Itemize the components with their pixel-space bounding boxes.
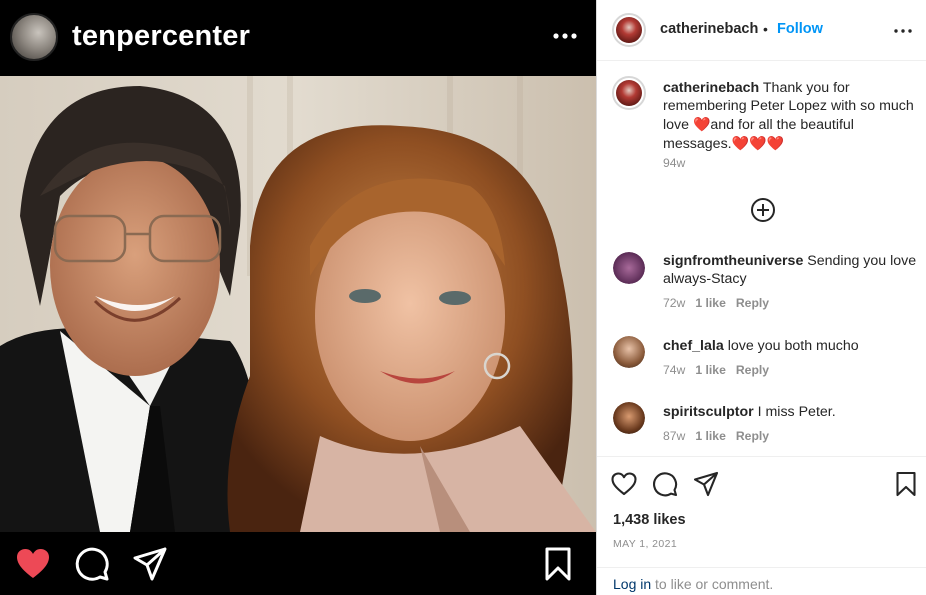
- post-action-bar: 1,438 likes MAY 1, 2021 Log in to like o…: [597, 456, 926, 595]
- more-icon: [553, 33, 577, 39]
- author-avatar[interactable]: [612, 13, 646, 47]
- like-heart-icon[interactable]: [611, 471, 637, 497]
- reply-button[interactable]: Reply: [736, 429, 769, 443]
- more-options-icon[interactable]: [891, 22, 915, 40]
- commenter-avatar[interactable]: [613, 336, 645, 368]
- comment-body: love you both mucho: [727, 338, 859, 354]
- embedded-action-bar: [0, 532, 596, 595]
- post-header: catherinebach • Follow: [597, 0, 926, 61]
- comment-likes[interactable]: 1 like: [695, 296, 726, 310]
- bookmark-icon[interactable]: [893, 471, 919, 497]
- comment-age[interactable]: 74w: [663, 363, 685, 377]
- comment-meta: 87w 1 like Reply: [663, 429, 779, 443]
- comment-likes[interactable]: 1 like: [695, 363, 726, 377]
- commenter-avatar[interactable]: [613, 252, 645, 284]
- login-rest-text: to like or comment.: [651, 576, 774, 592]
- embedded-username: tenpercenter: [72, 20, 251, 52]
- embedded-post-image: tenpercenter: [0, 0, 596, 595]
- bookmark-icon: [545, 547, 571, 581]
- hearts-emoji-icon: ❤️❤️❤️: [731, 135, 784, 151]
- comment-meta: 72w 1 like Reply: [663, 296, 779, 310]
- separator-dot: •: [763, 21, 768, 37]
- comment-age[interactable]: 87w: [663, 429, 685, 443]
- comment-icon[interactable]: [652, 471, 678, 497]
- post-sidebar: catherinebach • Follow catherinebach Tha…: [596, 0, 926, 595]
- share-icon: [133, 547, 167, 581]
- post-photo: [0, 76, 596, 532]
- comment-text: signfromtheuniverse Sending you love alw…: [663, 252, 921, 288]
- like-count[interactable]: 1,438 likes: [613, 512, 686, 528]
- reply-button[interactable]: Reply: [736, 363, 769, 377]
- heart-emoji-icon: ❤️: [692, 116, 711, 132]
- caption-username[interactable]: catherinebach: [663, 80, 759, 96]
- caption-avatar[interactable]: [612, 76, 646, 110]
- follow-button[interactable]: Follow: [777, 21, 823, 37]
- comment-body: I miss Peter.: [757, 404, 836, 420]
- share-icon[interactable]: [693, 471, 719, 497]
- plus-circle-icon[interactable]: [750, 197, 776, 223]
- author-username[interactable]: catherinebach: [660, 21, 758, 37]
- caption-text: catherinebach Thank you for remembering …: [663, 79, 921, 153]
- embedded-avatar: [10, 13, 58, 61]
- login-prompt: Log in to like or comment.: [597, 567, 926, 595]
- comment-text: spiritsculptor I miss Peter.: [663, 403, 921, 421]
- comment-username[interactable]: signfromtheuniverse: [663, 253, 803, 269]
- caption-age[interactable]: 94w: [663, 156, 685, 170]
- comment-text: chef_lala love you both mucho: [663, 337, 921, 355]
- comment-age[interactable]: 72w: [663, 296, 685, 310]
- embedded-post-header: tenpercenter: [0, 0, 596, 76]
- commenter-avatar[interactable]: [613, 402, 645, 434]
- reply-button[interactable]: Reply: [736, 296, 769, 310]
- post-date: MAY 1, 2021: [613, 538, 678, 550]
- comment-icon: [75, 547, 109, 581]
- heart-filled-icon: [17, 549, 49, 578]
- comment-username[interactable]: spiritsculptor: [663, 404, 754, 420]
- comment-meta: 74w 1 like Reply: [663, 363, 779, 377]
- comment-username[interactable]: chef_lala: [663, 338, 724, 354]
- comment-likes[interactable]: 1 like: [695, 429, 726, 443]
- login-link[interactable]: Log in: [613, 576, 651, 592]
